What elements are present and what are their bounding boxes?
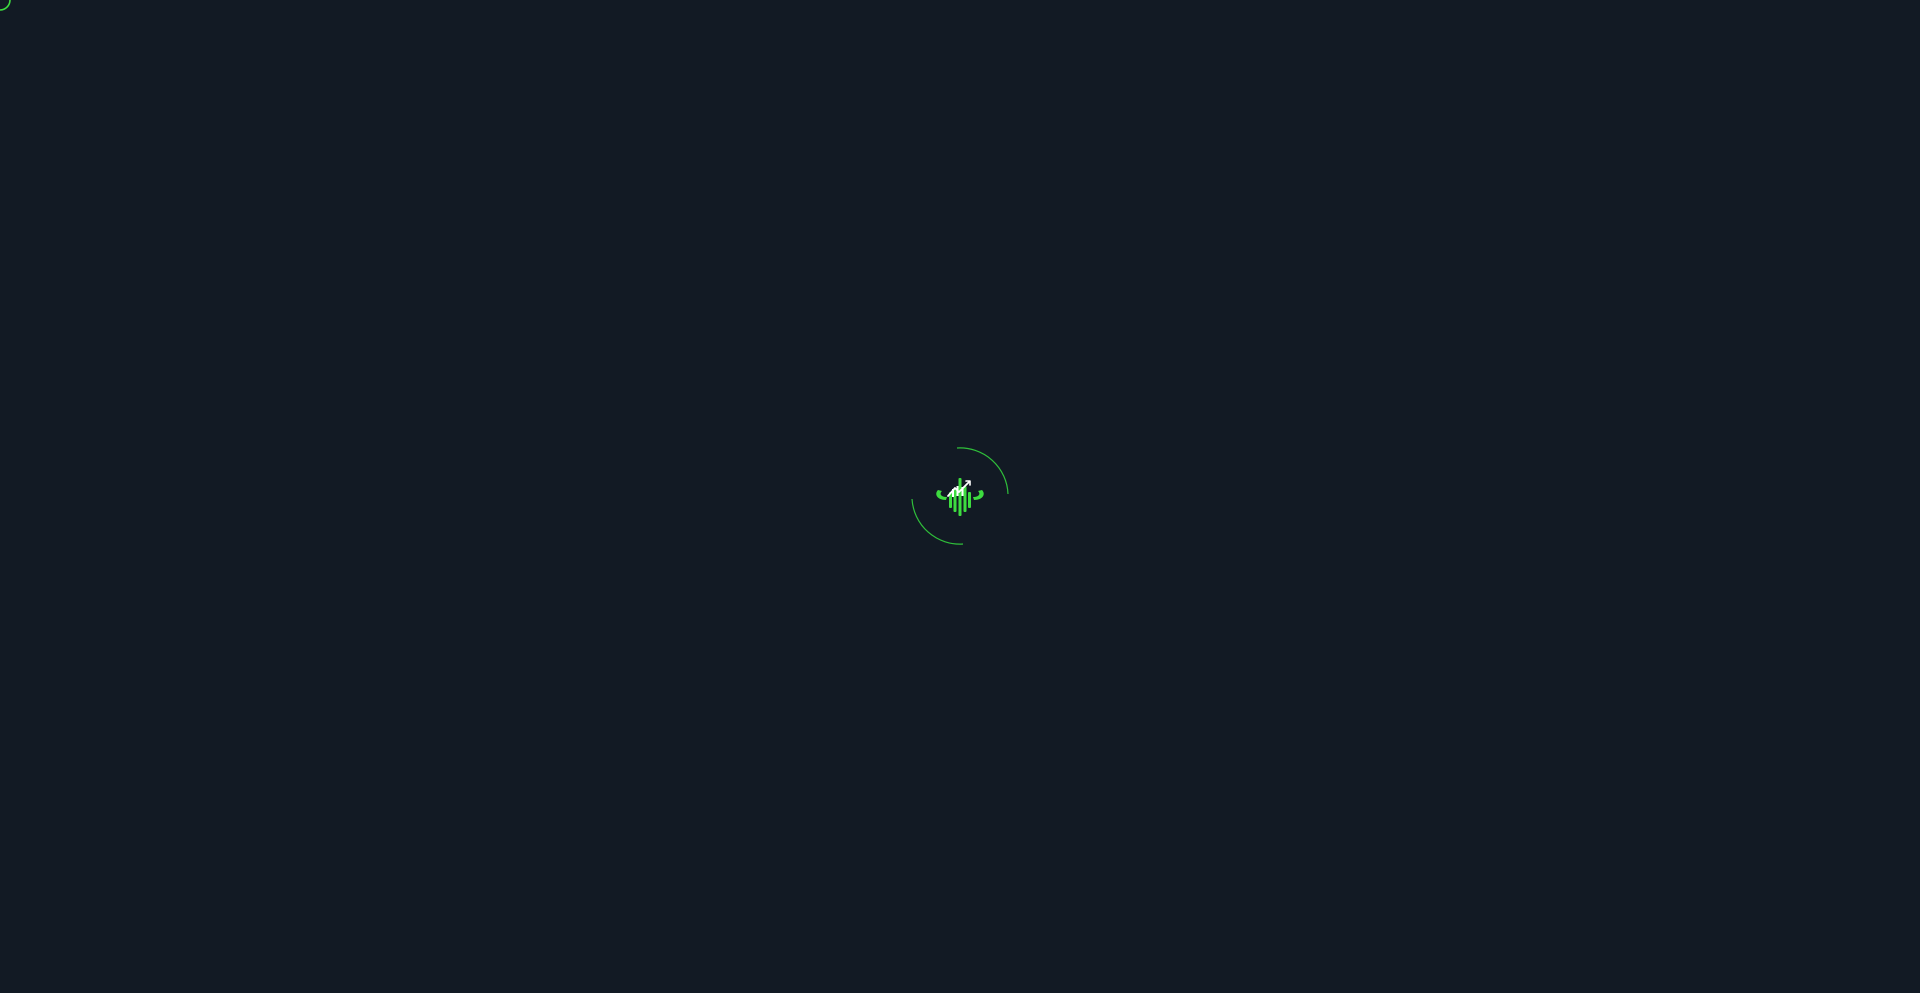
bull-chart-logo-icon [934,470,986,522]
cursor-ring-icon [0,0,12,12]
loading-screen [0,0,1920,993]
